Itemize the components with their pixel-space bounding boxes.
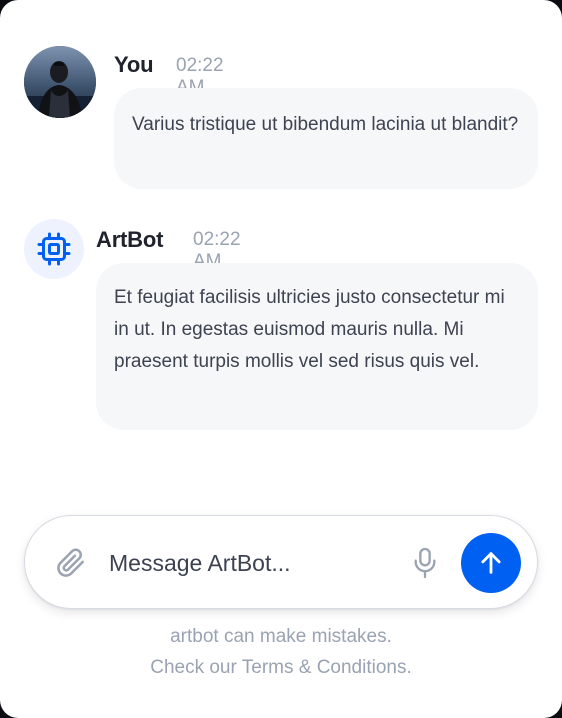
- chat-panel: You 02:22 AM Varius tristique ut bibendu…: [0, 0, 562, 718]
- avatar[interactable]: [24, 46, 96, 118]
- send-button[interactable]: [461, 533, 521, 593]
- attach-button[interactable]: [55, 547, 87, 579]
- sender-name: You: [114, 52, 154, 77]
- chip-icon: [37, 232, 71, 266]
- terms-link[interactable]: Check our Terms & Conditions.: [0, 657, 562, 679]
- message-text: Varius tristique ut bibendum lacinia ut …: [132, 114, 519, 135]
- disclaimer-text: artbot can make mistakes.: [170, 626, 392, 647]
- message-input[interactable]: [109, 544, 399, 582]
- message-bubble: Et feugiat facilisis ultricies justo con…: [96, 263, 538, 430]
- sender-name: ArtBot: [96, 227, 164, 252]
- bot-avatar[interactable]: [24, 219, 84, 279]
- user-photo: [24, 46, 96, 118]
- message-composer: [24, 515, 538, 609]
- message-text: Et feugiat facilisis ultricies justo con…: [114, 287, 505, 372]
- paperclip-icon: [57, 548, 84, 577]
- voice-input-button[interactable]: [409, 545, 441, 581]
- arrow-up-icon: [481, 552, 501, 574]
- microphone-icon: [414, 547, 436, 579]
- message-bubble: Varius tristique ut bibendum lacinia ut …: [114, 88, 538, 189]
